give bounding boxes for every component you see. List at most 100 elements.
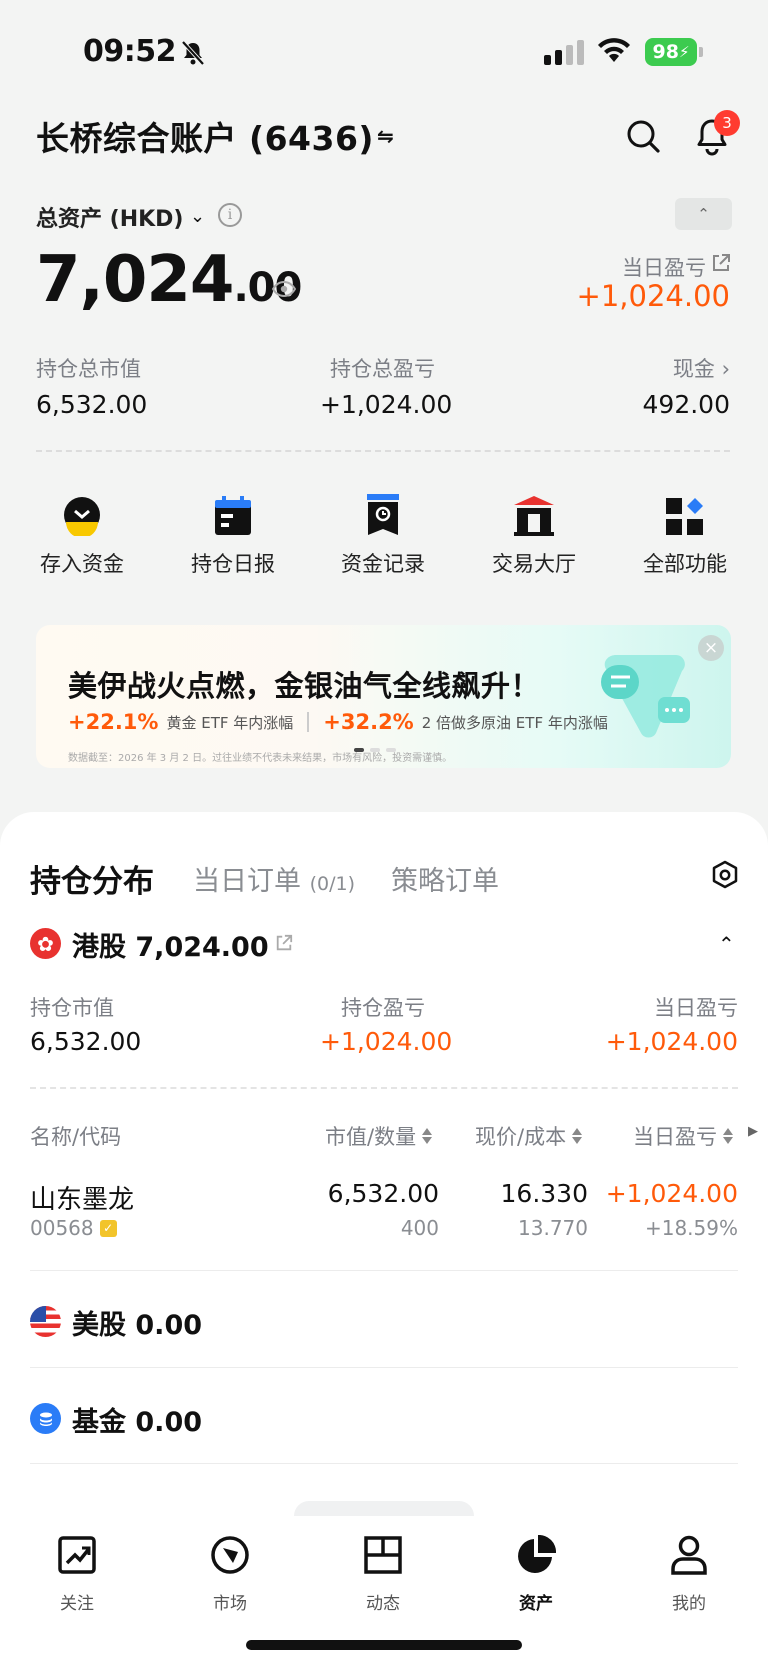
divider bbox=[30, 1463, 738, 1464]
cash-label: 现金 bbox=[672, 357, 715, 381]
promo-banner[interactable]: 美伊战火点燃，金银油气全线飙升！ +22.1% 黄金 ETF 年内涨幅 +32.… bbox=[36, 625, 731, 768]
col-header-label: 现价/成本 bbox=[475, 1125, 567, 1149]
stock-day-pl-pct: +18.59% bbox=[644, 1216, 738, 1240]
wifi-icon bbox=[598, 38, 630, 62]
tab-assets[interactable]: 资产 bbox=[486, 1533, 586, 1614]
cash-link[interactable]: 现金 › bbox=[673, 353, 730, 383]
tab-label: 关注 bbox=[60, 1594, 94, 1614]
banner-title: 美伊战火点燃，金银油气全线飙升！ bbox=[68, 669, 541, 703]
stock-price: 16.330 bbox=[500, 1179, 588, 1208]
market-value: 6,532.00 bbox=[36, 390, 148, 419]
hk-pl-value: +1,024.00 bbox=[320, 1027, 453, 1056]
col-header-name: 名称/代码 bbox=[30, 1125, 122, 1149]
total-pl-value: +1,024.00 bbox=[320, 390, 453, 419]
cash-value: 492.00 bbox=[642, 390, 730, 419]
chevron-right-icon: › bbox=[721, 357, 730, 381]
battery-level: 98 bbox=[652, 41, 679, 63]
table-row[interactable]: 山东墨龙 00568 ✓ 6,532.00 400 16.330 13.770 +… bbox=[0, 1168, 768, 1248]
tab-label: 动态 bbox=[366, 1594, 400, 1614]
total-assets-label[interactable]: 总资产 (HKD) bbox=[36, 201, 184, 233]
hk-market-title[interactable]: 港股 7,024.00 bbox=[72, 925, 269, 964]
battery-tip bbox=[699, 47, 703, 57]
col-header-market-value[interactable]: 市值/数量 bbox=[325, 1121, 433, 1151]
stock-market-value: 6,532.00 bbox=[327, 1179, 439, 1208]
close-banner-button[interactable]: × bbox=[698, 635, 724, 661]
shortcut-daily-report[interactable]: 持仓日报 bbox=[178, 494, 288, 578]
fund-record-icon bbox=[367, 494, 399, 535]
tab-profile[interactable]: 我的 bbox=[639, 1533, 739, 1614]
shortcut-trading-hall[interactable]: 交易大厅 bbox=[479, 494, 589, 578]
status-time: 09:52 bbox=[83, 34, 177, 69]
shortcut-label: 交易大厅 bbox=[492, 552, 576, 576]
day-pl-label[interactable]: 当日盈亏 bbox=[622, 252, 706, 282]
battery-indicator: 98 ⚡ bbox=[645, 38, 697, 66]
collapse-summary-button[interactable]: ⌃ bbox=[675, 198, 732, 230]
tab-label: 我的 bbox=[672, 1594, 706, 1614]
divider bbox=[30, 1087, 738, 1089]
total-assets-integer: 7,024 bbox=[36, 243, 234, 317]
search-icon[interactable] bbox=[625, 118, 661, 154]
scroll-right-icon[interactable]: ▶ bbox=[748, 1124, 758, 1139]
feed-icon bbox=[364, 1536, 402, 1574]
tab-watchlist[interactable]: 关注 bbox=[27, 1533, 127, 1614]
divider bbox=[36, 450, 730, 452]
tab-strategy-orders[interactable]: 策略订单 bbox=[391, 859, 499, 898]
stock-day-pl: +1,024.00 bbox=[605, 1179, 738, 1208]
stock-cost: 13.770 bbox=[518, 1216, 588, 1240]
tab-today-orders[interactable]: 当日订单 (0/1) bbox=[193, 859, 355, 898]
banner-stat1-value: +22.1% bbox=[68, 710, 159, 734]
total-pl-label: 持仓总盈亏 bbox=[330, 357, 435, 381]
settings-icon[interactable] bbox=[711, 860, 739, 890]
fund-market-title[interactable]: 基金 0.00 bbox=[72, 1400, 202, 1439]
us-market-title[interactable]: 美股 0.00 bbox=[72, 1303, 202, 1342]
day-pl-value: +1,024.00 bbox=[576, 279, 730, 313]
trading-hall-icon bbox=[514, 496, 554, 536]
account-title[interactable]: 长桥综合账户 (6436) bbox=[36, 112, 374, 160]
shortcut-deposit[interactable]: 存入资金 bbox=[27, 494, 137, 578]
tab-feed[interactable]: 动态 bbox=[333, 1533, 433, 1614]
currency-dropdown-icon[interactable]: ⌄ bbox=[190, 206, 205, 227]
market-value-label: 持仓总市值 bbox=[36, 357, 141, 381]
total-assets-value: 7,024.00 bbox=[36, 243, 302, 324]
scroll-document-illustration bbox=[601, 655, 690, 738]
hk-day-label: 当日盈亏 bbox=[654, 996, 738, 1020]
shortcut-label: 存入资金 bbox=[40, 552, 124, 576]
col-header-price[interactable]: 现价/成本 bbox=[475, 1121, 583, 1151]
assets-icon bbox=[518, 1535, 556, 1573]
switch-account-icon[interactable]: ⇋ bbox=[377, 124, 394, 148]
shortcut-fund-records[interactable]: 资金记录 bbox=[328, 494, 438, 578]
shortcut-label: 全部功能 bbox=[643, 552, 727, 576]
market-icon bbox=[211, 1536, 249, 1574]
hk-mv-label: 持仓市值 bbox=[30, 996, 114, 1020]
shortcut-label: 资金记录 bbox=[341, 552, 425, 576]
sort-icon bbox=[723, 1128, 733, 1144]
eye-icon[interactable] bbox=[272, 281, 296, 297]
external-link-icon[interactable] bbox=[275, 934, 293, 952]
us-flag-icon bbox=[30, 1306, 61, 1337]
hk-pl-label: 持仓盈亏 bbox=[341, 996, 425, 1020]
stock-name: 山东墨龙 bbox=[30, 1185, 135, 1215]
all-features-icon bbox=[666, 498, 703, 535]
info-icon[interactable]: i bbox=[218, 203, 242, 227]
sort-icon bbox=[572, 1128, 583, 1144]
external-link-icon[interactable] bbox=[711, 253, 731, 273]
calendar-report-icon bbox=[215, 496, 251, 535]
silent-bell-icon bbox=[181, 40, 205, 66]
fund-icon bbox=[30, 1403, 61, 1434]
col-header-label: 市值/数量 bbox=[325, 1125, 417, 1149]
tab-label: 市场 bbox=[213, 1594, 247, 1614]
banner-separator bbox=[307, 712, 310, 732]
tab-market[interactable]: 市场 bbox=[180, 1533, 280, 1614]
stock-code-row: 00568 ✓ bbox=[30, 1216, 117, 1240]
tab-positions[interactable]: 持仓分布 bbox=[30, 856, 154, 901]
collapse-chevron-icon[interactable]: ⌃ bbox=[718, 932, 735, 956]
divider bbox=[30, 1367, 738, 1368]
banner-pagination bbox=[354, 748, 396, 752]
checkmark-badge-icon: ✓ bbox=[99, 1219, 117, 1237]
col-header-day-pl[interactable]: 当日盈亏 bbox=[633, 1121, 733, 1151]
shortcut-label: 持仓日报 bbox=[191, 552, 275, 576]
divider bbox=[30, 1270, 738, 1271]
shortcut-all-features[interactable]: 全部功能 bbox=[630, 494, 740, 578]
deposit-icon bbox=[64, 497, 100, 536]
stock-quantity: 400 bbox=[400, 1216, 439, 1240]
